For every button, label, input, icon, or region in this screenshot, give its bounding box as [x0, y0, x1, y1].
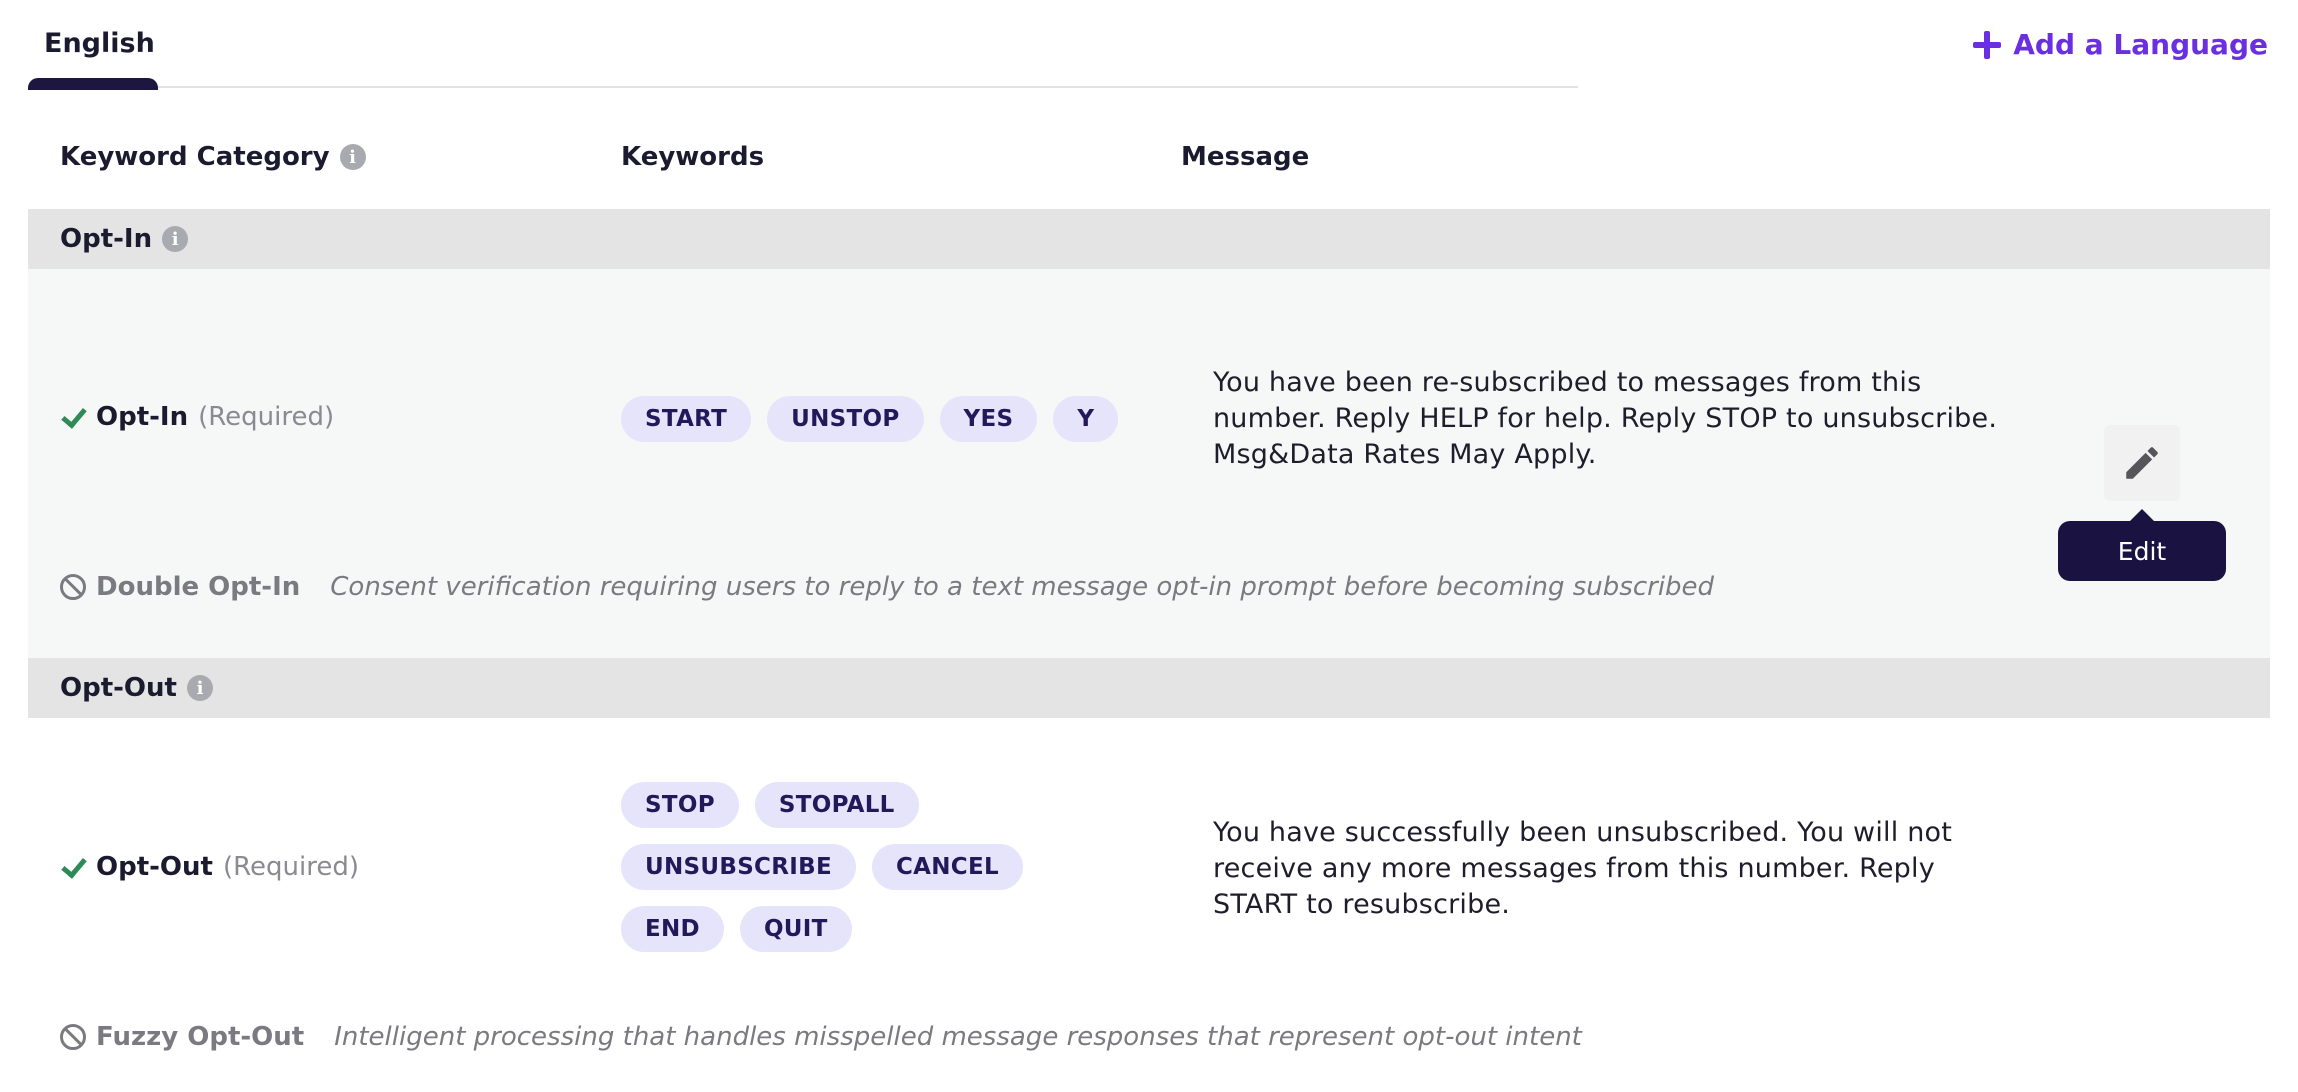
column-header-category: Keyword Category i [60, 142, 366, 172]
feature-description: Intelligent processing that handles miss… [334, 1022, 1582, 1052]
tab-english[interactable]: English [28, 28, 158, 90]
keyword-chip: START [621, 396, 752, 442]
add-language-label: Add a Language [2013, 28, 2268, 61]
feature-name: Fuzzy Opt-Out [96, 1022, 305, 1052]
tab-active-indicator [28, 78, 158, 90]
keyword-chip: END [621, 906, 724, 952]
fuzzy-opt-out-row: Fuzzy Opt-Out Intelligent processing tha… [60, 1022, 1582, 1052]
keyword-chip: QUIT [739, 906, 852, 952]
opt-in-row-label: Opt-In (Required) [60, 402, 334, 432]
keyword-chip: YES [939, 396, 1038, 442]
keyword-chip: CANCEL [871, 844, 1023, 890]
info-icon[interactable]: i [186, 675, 213, 701]
pencil-icon [2126, 447, 2158, 479]
ban-icon [60, 1024, 86, 1050]
tab-label: English [44, 28, 155, 59]
row-name: Opt-In [96, 402, 189, 432]
plus-icon [1973, 30, 2002, 59]
feature-name: Double Opt-In [96, 572, 301, 602]
edit-button[interactable] [2104, 425, 2180, 501]
row-name: Opt-Out [96, 852, 213, 882]
section-title-opt-in: Opt-In [60, 224, 153, 254]
column-header-category-label: Keyword Category [60, 142, 330, 172]
double-opt-in-row: Double Opt-In Consent verification requi… [60, 572, 1714, 602]
keyword-chip: STOPALL [754, 782, 919, 828]
ban-icon [60, 574, 86, 600]
check-icon [60, 404, 86, 430]
info-icon[interactable]: i [162, 226, 189, 252]
keyword-chip: Y [1053, 396, 1119, 442]
opt-out-message: You have successfully been unsubscribed.… [1213, 817, 1953, 920]
check-icon [60, 854, 86, 880]
column-header-keywords-label: Keywords [621, 142, 765, 172]
section-header-opt-out: Opt-Out i [28, 658, 2270, 718]
opt-out-row-label: Opt-Out (Required) [60, 852, 359, 882]
keyword-chip: STOP [621, 782, 739, 828]
keyword-chip: UNSUBSCRIBE [621, 844, 856, 890]
opt-in-keywords: START UNSTOP YES Y [621, 396, 1141, 442]
required-label: (Required) [222, 852, 359, 882]
keyword-chip: UNSTOP [767, 396, 924, 442]
section-header-opt-in: Opt-In i [28, 209, 2270, 269]
required-label: (Required) [198, 402, 335, 432]
opt-in-message: You have been re-subscribed to messages … [1213, 367, 1998, 470]
edit-tooltip: Edit [2058, 509, 2226, 581]
opt-out-keywords: STOP STOPALL UNSUBSCRIBE CANCEL END QUIT [621, 782, 1061, 952]
column-header-keywords: Keywords [621, 142, 764, 172]
info-icon[interactable]: i [339, 144, 366, 170]
column-header-message-label: Message [1181, 142, 1310, 172]
language-tabbar: English [28, 0, 1578, 90]
section-title-opt-out: Opt-Out [60, 673, 177, 703]
column-header-message: Message [1181, 142, 1309, 172]
feature-description: Consent verification requiring users to … [330, 572, 1715, 602]
add-language-button[interactable]: Add a Language [1973, 28, 2268, 61]
